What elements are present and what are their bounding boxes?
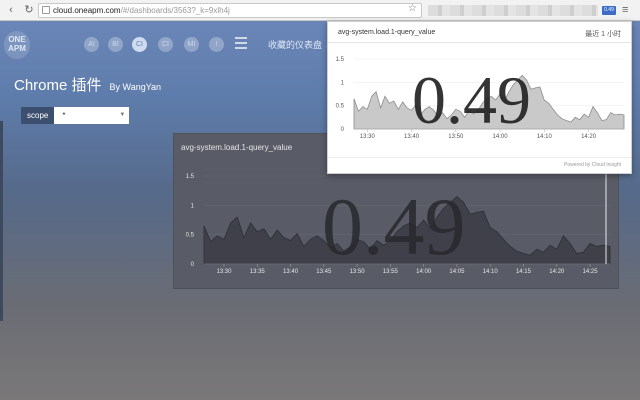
extension-badge[interactable]: 0.49 xyxy=(602,6,616,15)
widget-x-tick: 13:40 xyxy=(283,269,299,275)
extension-popup: avg-system.load.1-query_value 最近 1 小时 1.… xyxy=(327,21,632,174)
logo-line-1: ONE xyxy=(8,35,26,44)
widget-x-tick: 14:20 xyxy=(549,269,565,275)
widget-big-value: 0.49 xyxy=(322,181,466,272)
bookmark-star-icon[interactable]: ☆ xyxy=(408,3,417,14)
popup-x-tick: 14:10 xyxy=(537,134,553,140)
address-bar[interactable]: cloud.oneapm.com/#/dashboards/3563?_k=9x… xyxy=(38,3,422,18)
popup-x-tick: 13:30 xyxy=(360,134,376,140)
widget-y-tick: 1.5 xyxy=(186,174,195,180)
popup-x-tick: 14:20 xyxy=(581,134,597,140)
widget-x-tick: 14:25 xyxy=(583,269,599,275)
popup-y-tick: 1.5 xyxy=(336,57,345,63)
page-icon xyxy=(42,6,50,14)
alert-icon[interactable]: ! xyxy=(209,37,224,52)
page-title-text: Chrome 插件 xyxy=(14,77,102,94)
widget-x-tick: 13:35 xyxy=(250,269,266,275)
nav-ci-active[interactable]: CI xyxy=(132,37,147,52)
popup-y-tick: 1 xyxy=(341,80,345,86)
logo-line-2: APM xyxy=(8,44,26,53)
back-icon[interactable]: ‹ xyxy=(4,3,18,17)
widget-y-tick: 1 xyxy=(191,203,195,209)
url-path: /#/dashboards/3563?_k=9xlh4j xyxy=(120,6,230,15)
reload-icon[interactable]: ↻ xyxy=(22,3,36,17)
widget-x-tick: 13:30 xyxy=(216,269,232,275)
extension-icons[interactable] xyxy=(428,5,598,16)
page-author: By WangYan xyxy=(109,82,162,92)
dashboard-list-icon[interactable] xyxy=(235,37,247,49)
chevron-down-icon: ▼ xyxy=(119,112,126,118)
nav-bi[interactable]: BI xyxy=(108,37,123,52)
nav-mi[interactable]: MI xyxy=(184,37,199,52)
popup-y-tick: 0.5 xyxy=(336,104,345,110)
popup-y-tick: 0 xyxy=(341,127,345,133)
popup-big-value: 0.49 xyxy=(412,62,531,138)
widget-y-tick: 0 xyxy=(191,262,195,268)
widget-x-tick: 14:10 xyxy=(483,269,499,275)
favorite-dashboards-menu[interactable]: 收藏的仪表盘 ⌄ xyxy=(268,38,332,51)
nav-ci[interactable]: CI xyxy=(158,37,173,52)
url-host: cloud.oneapm.com xyxy=(53,6,121,15)
scope-label: scope xyxy=(21,107,55,124)
page-title: Chrome 插件 By WangYan xyxy=(14,74,161,95)
popup-footer-divider xyxy=(328,157,631,158)
browser-menu-icon[interactable]: ≡ xyxy=(622,4,628,16)
oneapm-logo[interactable]: ONE APM xyxy=(4,31,30,59)
nav-ai[interactable]: AI xyxy=(84,37,99,52)
scope-filter: scope * ▼ xyxy=(21,107,130,124)
scope-value: * xyxy=(62,111,66,120)
scope-select[interactable]: * ▼ xyxy=(54,107,130,124)
popup-footer: Powered by Cloud Insight xyxy=(564,162,621,168)
side-handle[interactable] xyxy=(0,121,3,321)
widget-y-tick: 0.5 xyxy=(186,233,195,239)
widget-x-tick: 14:15 xyxy=(516,269,532,275)
